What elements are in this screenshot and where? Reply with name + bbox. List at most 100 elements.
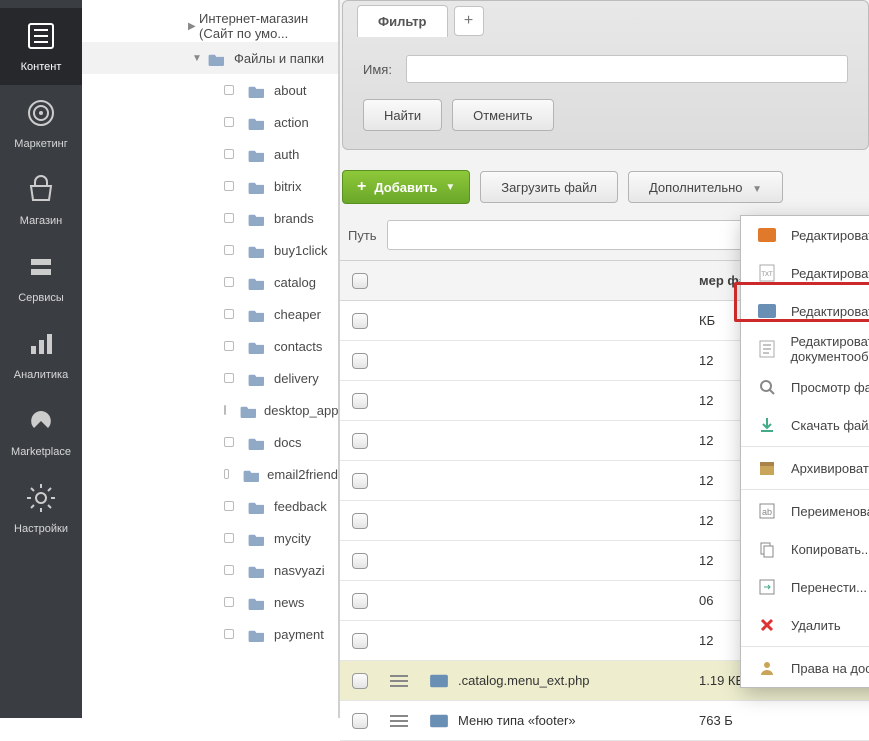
folder-icon — [248, 146, 268, 162]
row-checkbox[interactable] — [352, 473, 368, 489]
upload-button[interactable]: Загрузить файл — [480, 171, 618, 203]
nav-label: Контент — [21, 61, 62, 73]
tree-item-label: payment — [274, 627, 324, 642]
folder-icon — [248, 210, 268, 226]
nav-shop[interactable]: Магазин — [0, 162, 82, 239]
table-row[interactable]: Меню типа «footer»763 Б — [340, 701, 869, 741]
row-checkbox[interactable] — [352, 593, 368, 609]
tree-item-buy1click[interactable]: buy1click — [82, 234, 338, 266]
shop-icon — [25, 174, 57, 209]
analytics-icon — [25, 328, 57, 363]
nav-marketplace[interactable]: Marketplace — [0, 393, 82, 470]
add-button[interactable]: + Добавить ▼ — [342, 170, 470, 204]
ctx-doc[interactable]: Редактировать в модуле документооборота — [741, 330, 869, 368]
ctx-download[interactable]: Скачать файл — [741, 406, 869, 444]
filter-tab[interactable]: Фильтр — [357, 5, 448, 37]
nav-rail: Контент МаркетингМагазинСервисыАналитика M… — [0, 0, 82, 718]
filter-name-label: Имя: — [363, 62, 392, 77]
expand-icon — [224, 213, 234, 223]
nav-settings[interactable]: Настройки — [0, 470, 82, 547]
tree-item-nasvyazi[interactable]: nasvyazi — [82, 554, 338, 586]
ctx-php[interactable]: Редактировать как PHP — [741, 292, 869, 330]
folder-icon — [248, 530, 268, 546]
folder-icon — [248, 594, 268, 610]
row-checkbox[interactable] — [352, 633, 368, 649]
more-button[interactable]: Дополнительно ▼ — [628, 171, 783, 203]
tree-item-label: contacts — [274, 339, 322, 354]
nav-content[interactable]: Контент — [0, 8, 82, 85]
tree-item-delivery[interactable]: delivery — [82, 362, 338, 394]
expand-icon — [224, 501, 234, 511]
more-label: Дополнительно — [649, 180, 743, 195]
find-button[interactable]: Найти — [363, 99, 442, 131]
ctx-delete[interactable]: Удалить — [741, 606, 869, 644]
ctx-access[interactable]: Права на доступ продукта — [741, 649, 869, 687]
ctx-view[interactable]: Просмотр файла — [741, 368, 869, 406]
tree-item-desktop_app[interactable]: desktop_app — [82, 394, 338, 426]
ctx-label: Удалить — [791, 618, 841, 633]
row-checkbox[interactable] — [352, 673, 368, 689]
row-menu-button[interactable] — [390, 715, 408, 727]
filter-add-tab[interactable]: + — [454, 6, 484, 36]
tree-item-cheaper[interactable]: cheaper — [82, 298, 338, 330]
tree-item-about[interactable]: about — [82, 74, 338, 106]
tree-item-label: catalog — [274, 275, 316, 290]
expand-icon — [224, 117, 234, 127]
cancel-button[interactable]: Отменить — [452, 99, 553, 131]
row-checkbox[interactable] — [352, 433, 368, 449]
nav-analytics[interactable]: Аналитика — [0, 316, 82, 393]
ctx-html[interactable]: Редактировать как HTML — [741, 216, 869, 254]
expand-icon — [224, 597, 234, 607]
folder-icon — [243, 466, 261, 482]
select-all-checkbox[interactable] — [352, 273, 368, 289]
marketing-icon — [25, 97, 57, 132]
expand-icon — [224, 309, 234, 319]
tree-item-email2friend[interactable]: email2friend — [82, 458, 338, 490]
tree-item-docs[interactable]: docs — [82, 426, 338, 458]
row-checkbox[interactable] — [352, 393, 368, 409]
tree-item-news[interactable]: news — [82, 586, 338, 618]
tree-item-catalog[interactable]: catalog — [82, 266, 338, 298]
tree-item-mycity[interactable]: mycity — [82, 522, 338, 554]
nav-marketing[interactable]: Маркетинг — [0, 85, 82, 162]
main-area: Фильтр + Имя: Найти Отменить + Добавить … — [340, 0, 869, 718]
ctx-label: Редактировать как текст — [791, 266, 869, 281]
ctx-copy[interactable]: Копировать... — [741, 530, 869, 568]
row-checkbox[interactable] — [352, 713, 368, 729]
tree-item-brands[interactable]: brands — [82, 202, 338, 234]
ctx-label: Редактировать как HTML — [791, 228, 869, 243]
tree-item-label: buy1click — [274, 243, 327, 258]
row-menu-button[interactable] — [390, 675, 408, 687]
file-name: Меню типа «footer» — [458, 713, 576, 728]
tree-item-label: brands — [274, 211, 314, 226]
access-icon — [757, 659, 777, 677]
tree-root[interactable]: ▶ Интернет-магазин (Сайт по умо... — [82, 10, 338, 42]
expand-icon — [224, 469, 229, 479]
ctx-txt[interactable]: TXTРедактировать как текст — [741, 254, 869, 292]
row-checkbox[interactable] — [352, 353, 368, 369]
ctx-label: Права на доступ продукта — [791, 661, 869, 676]
tree-item-contacts[interactable]: contacts — [82, 330, 338, 362]
tree-item-action[interactable]: action — [82, 106, 338, 138]
tree-item-feedback[interactable]: feedback — [82, 490, 338, 522]
tree-item-label: delivery — [274, 371, 319, 386]
nav-services[interactable]: Сервисы — [0, 239, 82, 316]
ctx-archive[interactable]: Архивировать — [741, 449, 869, 487]
tree-folder-root[interactable]: ▼ Файлы и папки — [82, 42, 338, 74]
tree-item-bitrix[interactable]: bitrix — [82, 170, 338, 202]
tree-item-payment[interactable]: payment — [82, 618, 338, 650]
path-label: Путь — [348, 228, 377, 243]
ctx-rename[interactable]: abПереименовать — [741, 492, 869, 530]
tree-item-auth[interactable]: auth — [82, 138, 338, 170]
tree-item-label: email2friend — [267, 467, 338, 482]
ctx-move[interactable]: Перенести... — [741, 568, 869, 606]
move-icon — [757, 578, 777, 596]
php-file-icon — [430, 712, 450, 729]
path-input[interactable] — [387, 220, 797, 250]
row-checkbox[interactable] — [352, 553, 368, 569]
filter-name-input[interactable] — [406, 55, 848, 83]
nav-label: Marketplace — [11, 446, 71, 458]
row-checkbox[interactable] — [352, 313, 368, 329]
folder-icon — [248, 306, 268, 322]
row-checkbox[interactable] — [352, 513, 368, 529]
